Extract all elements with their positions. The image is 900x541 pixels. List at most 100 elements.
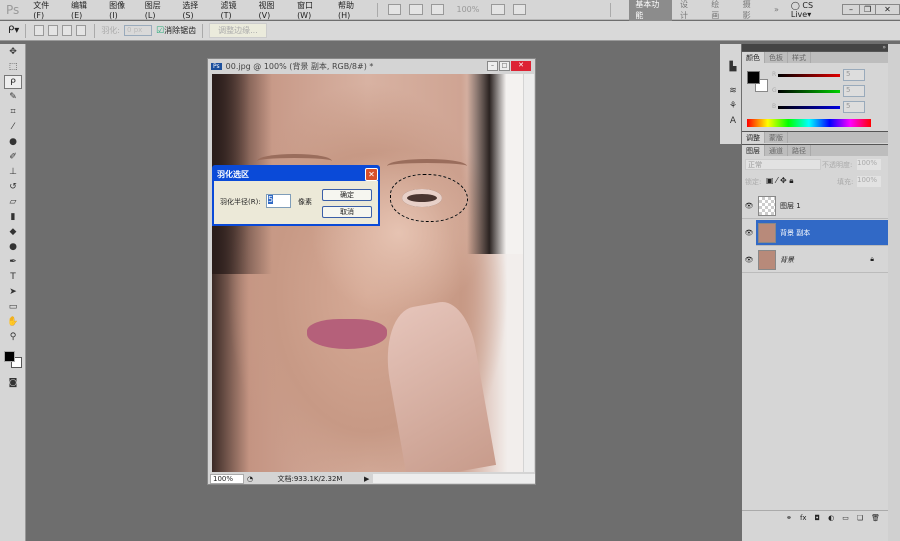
clone-source-icon[interactable]: ⚘	[724, 99, 742, 113]
marquee-tool-icon[interactable]: ⬚	[4, 60, 22, 74]
history-panel-icon[interactable]: ▙	[724, 60, 742, 74]
add-mask-icon[interactable]: ◘	[815, 514, 821, 522]
arrange-documents-icon[interactable]	[491, 4, 505, 15]
b-value[interactable]: 5	[843, 101, 865, 113]
cancel-button[interactable]: 取消	[322, 206, 372, 218]
color-ramp[interactable]	[747, 119, 871, 127]
refine-edge-button[interactable]: 调整边缘...	[209, 23, 267, 38]
menu-layer[interactable]: 图层(L)	[139, 0, 177, 20]
ok-button[interactable]: 确定	[322, 189, 372, 201]
tab-swatches[interactable]: 色板	[765, 52, 788, 63]
path-select-tool-icon[interactable]: ➤	[4, 285, 22, 299]
add-selection-icon[interactable]	[48, 25, 59, 36]
subtract-selection-icon[interactable]	[62, 25, 73, 36]
crop-tool-icon[interactable]: ⌗	[4, 105, 22, 119]
new-group-icon[interactable]: ▭	[842, 514, 849, 522]
zoom-field[interactable]: 100%	[210, 473, 244, 484]
blend-mode-select[interactable]: 正常	[745, 159, 821, 170]
menu-filter[interactable]: 滤镜(T)	[215, 0, 253, 20]
cs-live-button[interactable]: ◯ CS Live▾	[791, 1, 834, 19]
status-info-icon[interactable]: ◔	[244, 475, 256, 483]
restore-button[interactable]: ❐	[859, 5, 875, 14]
type-tool-icon[interactable]: T	[4, 270, 22, 284]
quick-mask-icon[interactable]: ◙	[4, 376, 22, 390]
canvas-image[interactable]	[212, 74, 523, 472]
lock-icons[interactable]: ▣ ⁄ ✥ 🔒︎	[766, 176, 793, 186]
doc-close-button[interactable]: ✕	[511, 61, 531, 71]
new-layer-icon[interactable]: ❏	[857, 514, 863, 522]
more-workspaces[interactable]: »	[766, 5, 787, 14]
workspace-essentials[interactable]: 基本功能	[629, 0, 672, 24]
menu-window[interactable]: 窗口(W)	[291, 0, 332, 20]
menu-help[interactable]: 帮助(H)	[332, 0, 371, 20]
dodge-tool-icon[interactable]: ●	[4, 240, 22, 254]
tab-masks[interactable]: 蒙版	[765, 132, 788, 143]
workspace-painting[interactable]: 绘画	[703, 0, 734, 21]
new-selection-icon[interactable]	[34, 25, 45, 36]
menu-file[interactable]: 文件(F)	[27, 0, 65, 20]
close-button[interactable]: ✕	[875, 5, 899, 14]
b-slider[interactable]	[778, 106, 840, 109]
eyedropper-tool-icon[interactable]: ⁄	[4, 120, 22, 134]
tab-styles[interactable]: 样式	[788, 52, 811, 63]
bridge-icon[interactable]	[387, 4, 402, 15]
stamp-tool-icon[interactable]: ⊥	[4, 165, 22, 179]
horizontal-scrollbar[interactable]	[373, 474, 535, 483]
menu-image[interactable]: 图像(I)	[103, 0, 139, 20]
quick-select-tool-icon[interactable]: ✎	[4, 90, 22, 104]
visibility-eye-icon[interactable]: 👁︎	[742, 219, 756, 246]
gradient-tool-icon[interactable]: ▮	[4, 210, 22, 224]
menu-view[interactable]: 视图(V)	[253, 0, 292, 20]
link-layers-icon[interactable]: ⚭	[786, 514, 792, 522]
feather-radius-input[interactable]: 5	[266, 194, 291, 208]
visibility-eye-icon[interactable]: 👁︎	[742, 256, 756, 264]
character-panel-icon[interactable]: A	[724, 114, 742, 128]
minimize-button[interactable]: –	[843, 5, 859, 14]
fx-icon[interactable]: fx	[800, 514, 807, 522]
move-tool-icon[interactable]: ✥	[4, 45, 22, 59]
layer-row[interactable]: 👁︎ 背景 🔒︎	[742, 247, 888, 273]
vertical-scrollbar[interactable]	[524, 74, 534, 472]
layer-row[interactable]: 👁︎ 图层 1	[742, 193, 888, 219]
zoom-level-select[interactable]: 100%	[456, 5, 479, 14]
tab-channels[interactable]: 通道	[765, 145, 788, 156]
foreground-color[interactable]	[4, 351, 15, 362]
eraser-tool-icon[interactable]: ▱	[4, 195, 22, 209]
g-slider[interactable]	[778, 90, 840, 93]
screen-mode-icon[interactable]	[512, 4, 527, 15]
g-value[interactable]: 5	[843, 85, 865, 97]
status-menu-arrow[interactable]: ▶	[364, 475, 369, 483]
panel-foreground-swatch[interactable]	[747, 71, 760, 84]
collapse-panels-icon[interactable]: »	[742, 44, 888, 51]
fill-input[interactable]: 100%	[857, 176, 881, 187]
antialias-checkbox[interactable]: ☑	[156, 26, 164, 36]
feather-input[interactable]: 0 px	[124, 25, 153, 36]
lasso-tool-icon[interactable]: ᑭ	[4, 75, 22, 89]
minibridge-icon[interactable]	[409, 4, 423, 15]
zoom-tool-icon[interactable]: ⚲	[4, 330, 22, 344]
layer-row-selected[interactable]: 👁︎ 背景 副本	[742, 219, 888, 246]
shape-tool-icon[interactable]: ▭	[4, 300, 22, 314]
tab-layers[interactable]: 图层	[742, 145, 765, 156]
doc-minimize-button[interactable]: –	[487, 61, 498, 71]
doc-maximize-button[interactable]: □	[499, 61, 510, 71]
tab-adjustments[interactable]: 调整	[742, 132, 765, 143]
intersect-selection-icon[interactable]	[76, 25, 87, 36]
opacity-input[interactable]: 100%	[857, 159, 881, 170]
pen-tool-icon[interactable]: ✒	[4, 255, 22, 269]
blur-tool-icon[interactable]: ◆	[4, 225, 22, 239]
view-extras-icon[interactable]	[430, 4, 445, 15]
tab-color[interactable]: 颜色	[742, 52, 765, 63]
dialog-close-button[interactable]: ✕	[365, 167, 378, 181]
delete-layer-icon[interactable]: 🗑︎	[871, 514, 880, 522]
brush-presets-icon[interactable]: ≋	[724, 84, 742, 98]
visibility-eye-icon[interactable]: 👁︎	[742, 202, 756, 210]
r-slider[interactable]	[778, 74, 840, 77]
tab-paths[interactable]: 路径	[788, 145, 811, 156]
menu-edit[interactable]: 编辑(E)	[65, 0, 103, 20]
healing-tool-icon[interactable]: ●	[4, 135, 22, 149]
workspace-photography[interactable]: 摄影	[735, 0, 766, 21]
brush-tool-icon[interactable]: ✐	[4, 150, 22, 164]
workspace-design[interactable]: 设计	[672, 0, 703, 21]
adjustment-layer-icon[interactable]: ◐	[828, 514, 834, 522]
